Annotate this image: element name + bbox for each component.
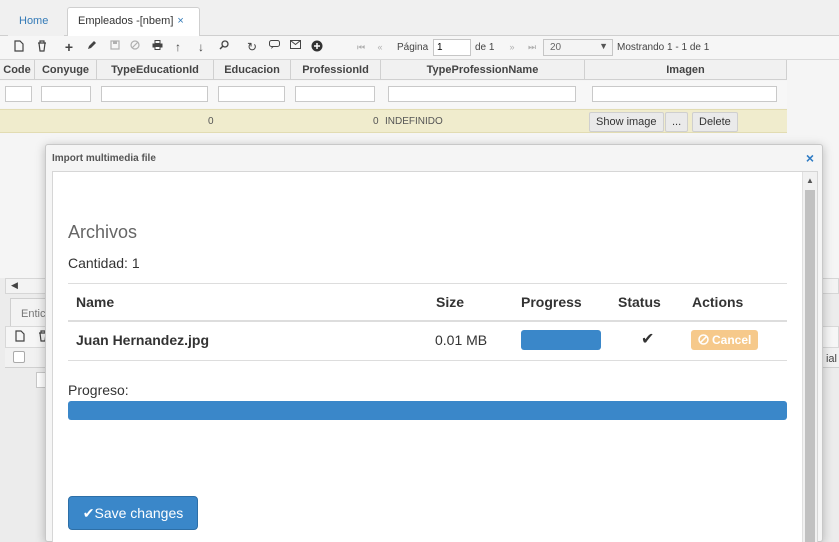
- col-type-profession-name[interactable]: TypeProfessionName: [381, 60, 585, 80]
- next-page-icon: »: [509, 42, 515, 52]
- filter-conyuge-input[interactable]: [41, 86, 91, 102]
- cancel-upload-label: Cancel: [711, 333, 752, 347]
- last-page-icon: ⏭: [527, 42, 537, 52]
- import-multimedia-dialog: Import multimedia file × Archivos Cantid…: [45, 144, 823, 542]
- table-divider-bottom: [68, 360, 787, 361]
- page-of-label: de 1: [475, 42, 495, 53]
- col-profession-id[interactable]: ProfessionId: [291, 60, 381, 80]
- filter-imagen-input[interactable]: [592, 86, 777, 102]
- grid-toolbar: + ↑ ↓ ↻ ⏮ « Página de 1 » ⏭ 20 ▼ Mostran…: [0, 36, 839, 60]
- filter-type-profession-input[interactable]: [388, 86, 576, 102]
- close-tab-icon[interactable]: ×: [177, 15, 183, 27]
- comment-icon[interactable]: [267, 40, 281, 54]
- col-conyuge[interactable]: Conyuge: [35, 60, 97, 80]
- refresh-icon[interactable]: ↻: [245, 40, 259, 54]
- filter-type-education-input[interactable]: [101, 86, 208, 102]
- prev-page-icon: «: [377, 42, 383, 52]
- email-icon[interactable]: [288, 40, 302, 54]
- upload-icon[interactable]: ↑: [171, 40, 185, 54]
- table-divider-header: [68, 320, 787, 322]
- files-heading: Archivos: [68, 222, 138, 242]
- page-size-select[interactable]: 20 ▼: [543, 39, 613, 56]
- grid-filter-row: [0, 81, 787, 108]
- file-name: Juan Hernandez.jpg: [76, 332, 210, 348]
- col-progress-header: Progress: [521, 294, 582, 310]
- show-image-button[interactable]: Show image: [589, 112, 664, 132]
- check-icon: ✔: [82, 505, 95, 521]
- files-count: Cantidad: 1: [68, 255, 140, 271]
- tab-empleados[interactable]: Empleados -[nbem] ×: [67, 7, 200, 36]
- cancel-upload-button[interactable]: Cancel: [691, 330, 758, 350]
- cell-type-profession-name: INDEFINIDO: [385, 116, 443, 127]
- col-imagen[interactable]: Imagen: [585, 60, 787, 80]
- dialog-header: Import multimedia file ×: [46, 145, 822, 171]
- scroll-up-icon[interactable]: ▲: [806, 176, 814, 185]
- delete-icon[interactable]: [35, 40, 49, 54]
- page-size-value: 20: [550, 42, 562, 53]
- cell-profession-id: 0: [373, 116, 379, 127]
- new-icon[interactable]: [13, 330, 27, 344]
- col-type-education-id[interactable]: TypeEducationId: [97, 60, 214, 80]
- page-label: Página: [397, 42, 429, 53]
- filter-code-input[interactable]: [5, 86, 32, 102]
- overall-progress-label: Progreso:: [68, 382, 129, 398]
- scroll-thumb[interactable]: [805, 190, 815, 542]
- detail-column-fragment: ial: [825, 353, 837, 365]
- edit-icon[interactable]: [85, 40, 99, 54]
- download-icon[interactable]: ↓: [194, 40, 208, 54]
- file-size: 0.01 MB: [435, 332, 488, 348]
- dialog-body: Archivos Cantidad: 1 Name Size Progress …: [52, 171, 818, 542]
- ban-icon: [697, 334, 709, 345]
- overall-progress-bar: [68, 401, 787, 420]
- first-page-icon: ⏮: [356, 42, 366, 52]
- grid-header: Code Conyuge TypeEducationId Educacion P…: [0, 60, 787, 80]
- save-changes-button[interactable]: ✔Save changes: [68, 496, 198, 530]
- tab-home-label: Home: [19, 15, 49, 27]
- chevron-down-icon: ▼: [599, 41, 608, 51]
- cancel-icon: [128, 40, 142, 54]
- col-code[interactable]: Code: [0, 60, 35, 80]
- select-all-checkbox[interactable]: [13, 351, 25, 363]
- filter-profession-id-input[interactable]: [295, 86, 375, 102]
- plus-circle-icon[interactable]: [310, 40, 324, 54]
- tab-empleados-label: Empleados -[nbem]: [78, 15, 174, 27]
- table-divider-top: [68, 283, 787, 284]
- tab-home[interactable]: Home: [8, 7, 64, 36]
- save-changes-label: Save changes: [94, 505, 184, 521]
- new-icon[interactable]: [12, 40, 26, 54]
- delete-image-button[interactable]: Delete: [692, 112, 738, 132]
- col-status-header: Status: [618, 294, 661, 310]
- check-icon: ✔: [641, 331, 655, 348]
- print-icon[interactable]: [150, 40, 164, 54]
- col-educacion[interactable]: Educacion: [214, 60, 291, 80]
- col-actions-header: Actions: [692, 294, 744, 310]
- page-input[interactable]: [433, 39, 471, 56]
- col-name-header: Name: [76, 294, 115, 310]
- tab-bar: Home Empleados -[nbem] ×: [0, 0, 839, 36]
- save-icon: [108, 40, 122, 54]
- scroll-left-icon[interactable]: ◀: [11, 280, 18, 291]
- vertical-scrollbar[interactable]: ▲: [802, 172, 817, 542]
- table-row[interactable]: 0 0 INDEFINIDO Show image ... Delete: [0, 109, 787, 133]
- file-progress-bar: [521, 330, 601, 350]
- more-button[interactable]: ...: [665, 112, 689, 132]
- col-size-header: Size: [436, 294, 465, 310]
- dialog-title: Import multimedia file: [52, 153, 156, 164]
- filter-educacion-input[interactable]: [218, 86, 285, 102]
- record-count: Mostrando 1 - 1 de 1: [617, 42, 710, 53]
- search-icon[interactable]: [217, 40, 231, 54]
- cell-type-education-id: 0: [208, 116, 214, 127]
- close-icon[interactable]: ×: [806, 150, 814, 166]
- add-icon[interactable]: +: [62, 40, 76, 54]
